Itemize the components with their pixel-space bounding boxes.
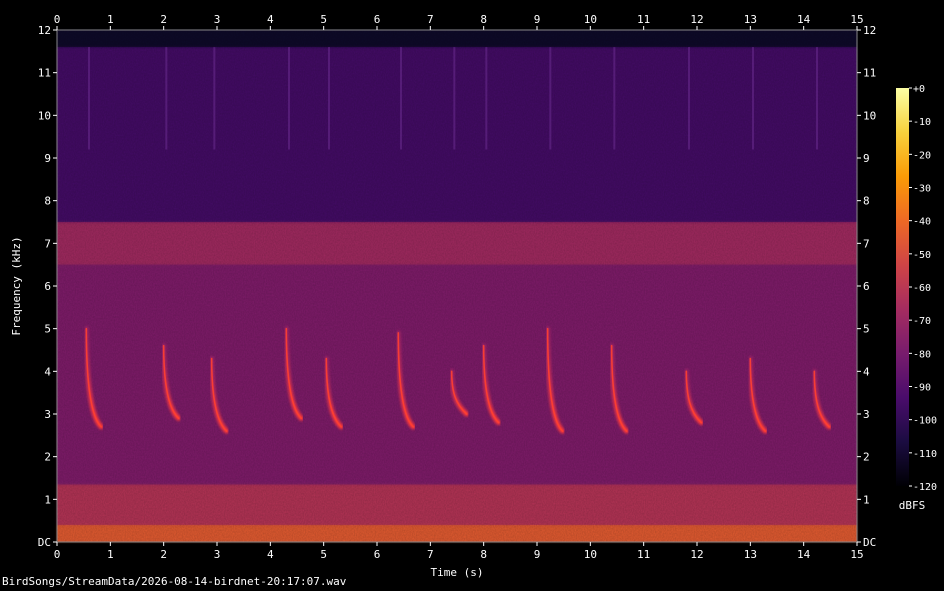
y-tick-label: 8 <box>863 195 870 208</box>
y-tick-label: 8 <box>44 195 51 208</box>
x-tick-label: 3 <box>214 13 221 26</box>
file-path: BirdSongs/StreamData/2026-08-14-birdnet-… <box>2 575 347 588</box>
colorbar-label: dBFS <box>899 499 926 512</box>
colorbar-tick-label: +0 <box>913 84 925 95</box>
x-tick-label: 5 <box>320 13 327 26</box>
colorbar-tick-label: -20 <box>913 150 931 161</box>
spectrogram-noise-texture <box>57 30 857 542</box>
x-tick-label: 14 <box>797 13 811 26</box>
colorbar-tick-label: -110 <box>913 449 937 460</box>
x-tick-label: 0 <box>54 548 61 561</box>
x-tick-label: 1 <box>107 13 114 26</box>
y-tick-label: 10 <box>863 109 876 122</box>
colorbar: +0 -10 -20 -30 -40 -50 -60 -70 -80 -90 -100 -110 -12… <box>896 84 937 512</box>
x-tick-label: 1 <box>107 548 114 561</box>
y-tick-label: 9 <box>863 152 870 165</box>
x-tick-label: 3 <box>214 548 221 561</box>
y-tick-label: 2 <box>863 451 870 464</box>
y-tick-label: 1 <box>863 493 870 506</box>
x-tick-label: 7 <box>427 13 434 26</box>
colorbar-tick-label: -80 <box>913 349 931 360</box>
x-tick-label: 9 <box>534 13 541 26</box>
x-tick-label: 9 <box>534 548 541 561</box>
x-tick-label: 8 <box>480 13 487 26</box>
y-tick-label: 6 <box>863 280 870 293</box>
y-tick-label: 11 <box>863 67 876 80</box>
y-tick-label: 6 <box>44 280 51 293</box>
y-tick-label: 11 <box>38 67 51 80</box>
x-tick-label: 4 <box>267 548 274 561</box>
colorbar-tick-label: -50 <box>913 250 931 261</box>
colorbar-tick-label: -90 <box>913 383 931 394</box>
colorbar-tick-label: -70 <box>913 316 931 327</box>
y-tick-label: 3 <box>44 408 51 421</box>
colorbar-gradient <box>896 88 909 486</box>
x-tick-label: 0 <box>54 13 61 26</box>
x-tick-label: 4 <box>267 13 274 26</box>
y-tick-label: 1 <box>44 493 51 506</box>
x-tick-label: 12 <box>690 13 703 26</box>
x-tick-label: 2 <box>160 548 167 561</box>
y-tick-label: 4 <box>863 365 870 378</box>
x-tick-label: 11 <box>637 13 650 26</box>
y-tick-label: 12 <box>863 24 876 37</box>
colorbar-tick-label: -40 <box>913 217 931 228</box>
x-tick-label: 6 <box>374 548 381 561</box>
colorbar-tick-label: -100 <box>913 416 937 427</box>
y-tick-label: 9 <box>44 152 51 165</box>
y-tick-label: 7 <box>863 237 870 250</box>
x-tick-label: 13 <box>744 548 757 561</box>
x-tick-label: 8 <box>480 548 487 561</box>
x-tick-label: 10 <box>584 13 597 26</box>
y-tick-label: 5 <box>44 323 51 336</box>
colorbar-tick-label: -30 <box>913 184 931 195</box>
x-tick-label: 10 <box>584 548 597 561</box>
y-tick-label: 2 <box>44 451 51 464</box>
spectrogram-chart: 0011223344556677889910101111121213131414… <box>10 13 937 579</box>
x-tick-label: 5 <box>320 548 327 561</box>
colorbar-tick-label: -10 <box>913 117 931 128</box>
x-tick-label: 15 <box>850 13 863 26</box>
y-tick-label: DC <box>38 536 51 549</box>
x-tick-label: 14 <box>797 548 811 561</box>
colorbar-tick-label: -120 <box>913 482 937 493</box>
colorbar-ticks: +0 -10 -20 -30 -40 -50 -60 -70 -80 -90 -100 -110 -12… <box>909 84 937 493</box>
plot-area <box>56 29 858 543</box>
colorbar-tick-label: -60 <box>913 283 931 294</box>
x-tick-label: 2 <box>160 13 167 26</box>
y-tick-label: 7 <box>44 237 51 250</box>
x-axis-label: Time (s) <box>431 566 484 579</box>
x-tick-label: 13 <box>744 13 757 26</box>
x-tick-label: 11 <box>637 548 650 561</box>
x-tick-label: 12 <box>690 548 703 561</box>
y-axis-label: Frequency (kHz) <box>10 236 23 335</box>
x-tick-label: 7 <box>427 548 434 561</box>
x-tick-label: 15 <box>850 548 863 561</box>
y-tick-label: 3 <box>863 408 870 421</box>
y-tick-label: 12 <box>38 24 51 37</box>
y-tick-label: 10 <box>38 109 51 122</box>
y-tick-label: DC <box>863 536 876 549</box>
x-tick-label: 6 <box>374 13 381 26</box>
y-tick-label: 4 <box>44 365 51 378</box>
y-tick-label: 5 <box>863 323 870 336</box>
